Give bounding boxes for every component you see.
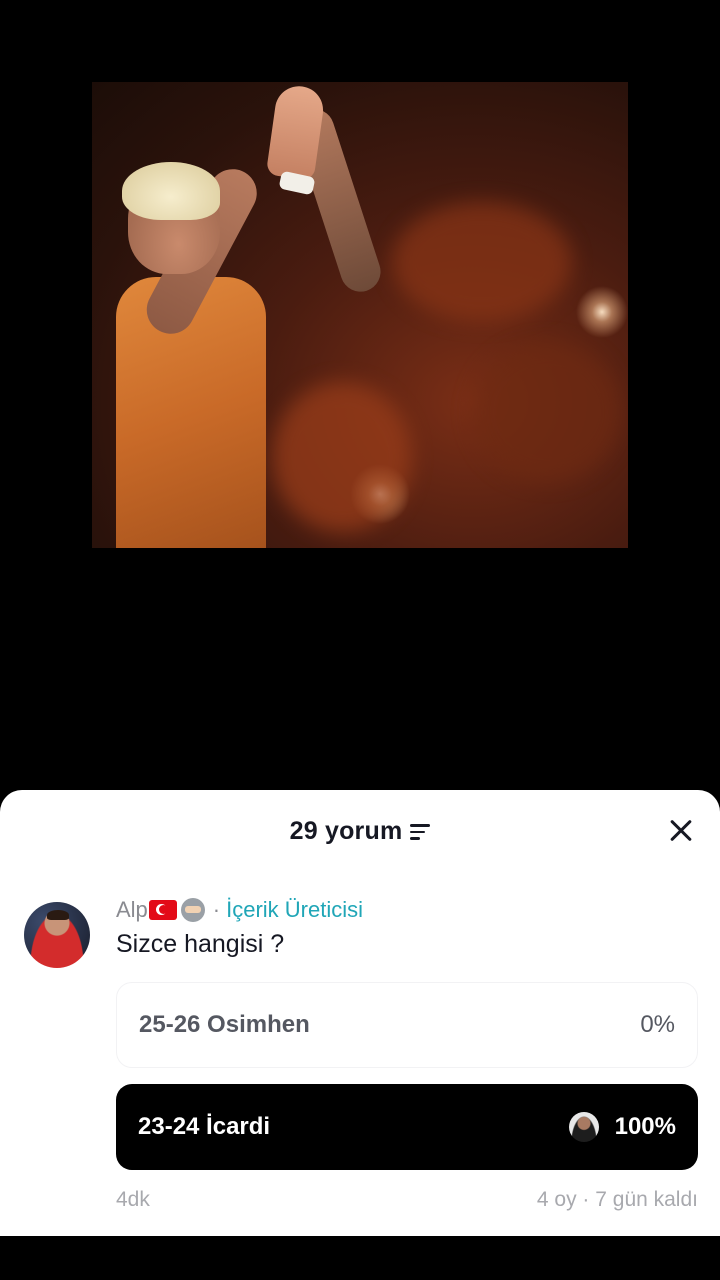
crowd-blur — [272, 382, 412, 532]
poll-meta: 4 oy · 7 gün kaldı — [536, 1188, 698, 1211]
poll-option-percent: 100% — [614, 1113, 676, 1140]
separator-dot: · — [212, 897, 221, 922]
crowd-blur — [392, 202, 572, 322]
poll-option-label: 25-26 Osimhen — [139, 1011, 310, 1038]
avatar-hair — [47, 910, 69, 920]
comments-sheet: 29 yorum Alp · İçerik Üreticisi Sizce ha… — [0, 790, 720, 1236]
creator-label: İçerik Üreticisi — [226, 897, 364, 922]
close-icon[interactable] — [664, 814, 698, 848]
voter-avatar — [568, 1112, 599, 1142]
comment-author-name[interactable]: Alp — [116, 897, 148, 923]
turkey-flag-icon — [148, 900, 177, 920]
comment-timestamp: 4dk — [116, 1188, 150, 1211]
ninja-emoji-icon — [180, 898, 205, 922]
player-hair — [122, 162, 220, 220]
poll-option-label: 23-24 İcardi — [138, 1113, 271, 1140]
video-frame — [92, 82, 628, 548]
comment-count: 29 yorum — [289, 816, 403, 845]
crowd-blur — [472, 342, 622, 482]
sort-icon[interactable] — [410, 824, 431, 840]
bottom-bar — [0, 1236, 720, 1280]
comment-author-line: Alp · İçerik Üreticisi — [116, 894, 363, 926]
poll-option[interactable]: 25-26 Osimhen 0% — [116, 982, 698, 1068]
comment-text: Sizce hangisi ? — [116, 930, 285, 958]
video-player[interactable] — [0, 0, 720, 790]
avatar[interactable] — [24, 902, 90, 968]
poll-option-selected[interactable]: 23-24 İcardi 100% — [116, 1084, 698, 1170]
comments-header: 29 yorum — [0, 808, 720, 854]
poll-option-percent: 0% — [640, 1011, 675, 1038]
